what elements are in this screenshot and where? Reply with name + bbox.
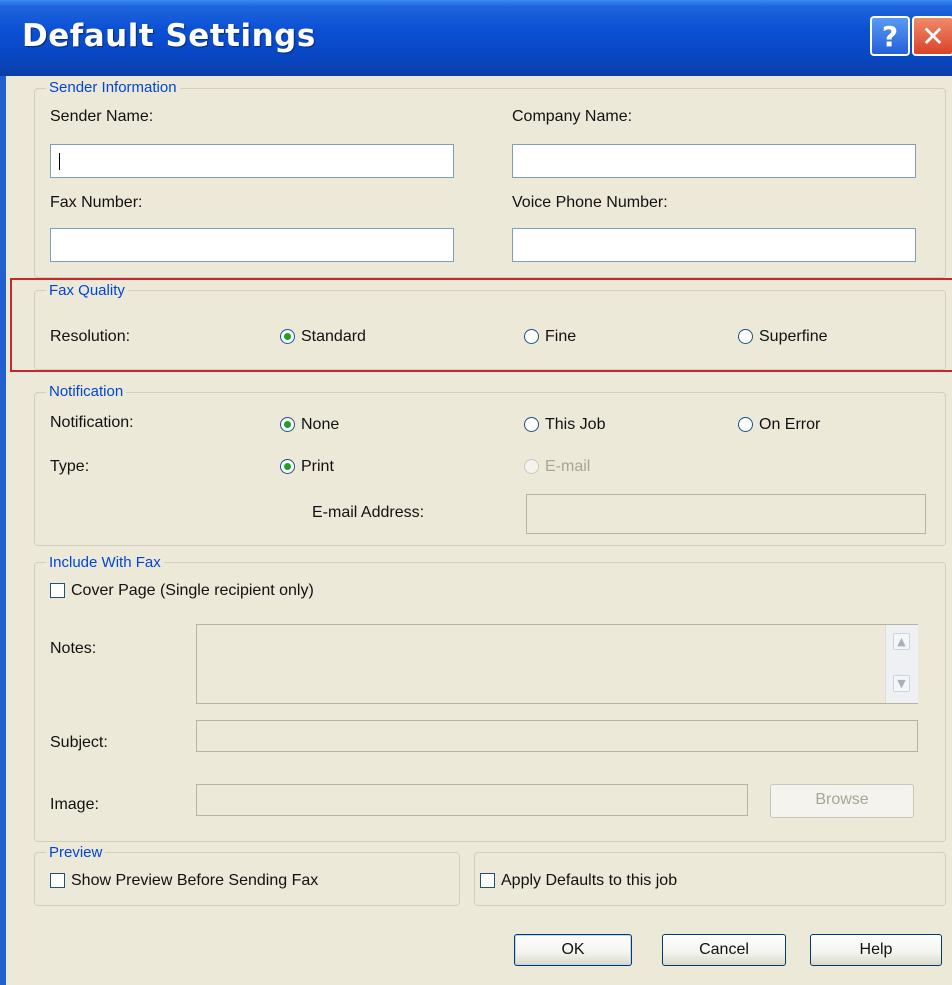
- checkbox-label: Cover Page (Single recipient only): [71, 582, 314, 599]
- checkbox-label: Apply Defaults to this job: [501, 872, 678, 889]
- image-path-input: [196, 784, 748, 816]
- notification-legend: Notification: [46, 383, 127, 400]
- company-name-label: Company Name:: [512, 108, 633, 125]
- fax-number-label: Fax Number:: [50, 194, 143, 211]
- type-label: Type:: [50, 458, 90, 475]
- radio-icon: [524, 459, 539, 474]
- browse-button: Browse: [770, 784, 914, 818]
- help-button[interactable]: Help: [810, 934, 942, 966]
- title-bar[interactable]: Default Settings ? ✕: [0, 0, 952, 76]
- checkbox-icon: [480, 873, 495, 888]
- voice-phone-label: Voice Phone Number:: [512, 194, 668, 211]
- subject-label: Subject:: [50, 734, 108, 751]
- radio-label: E-mail: [545, 458, 591, 475]
- close-icon[interactable]: ✕: [912, 16, 952, 56]
- fax-quality-highlight: [10, 278, 952, 372]
- apply-defaults-checkbox[interactable]: Apply Defaults to this job: [480, 872, 677, 890]
- fax-number-input[interactable]: [50, 228, 454, 262]
- radio-selected-icon: [280, 459, 295, 474]
- notification-label: Notification:: [50, 414, 134, 431]
- checkbox-icon: [50, 873, 65, 888]
- notification-none-radio[interactable]: None: [280, 416, 339, 434]
- checkbox-icon: [50, 583, 65, 598]
- type-email-radio: E-mail: [524, 458, 590, 476]
- image-label: Image:: [50, 796, 99, 813]
- email-address-label: E-mail Address:: [312, 504, 425, 521]
- dialog-client-area: Sender Information Sender Name: Company …: [6, 76, 952, 985]
- cancel-button[interactable]: Cancel: [662, 934, 786, 966]
- notes-label: Notes:: [50, 640, 97, 657]
- sender-name-input[interactable]: [50, 144, 454, 178]
- radio-label: This Job: [545, 416, 606, 433]
- ok-button[interactable]: OK: [514, 934, 632, 966]
- preview-legend: Preview: [46, 844, 106, 861]
- text-caret: [59, 153, 60, 170]
- sender-name-label: Sender Name:: [50, 108, 154, 125]
- subject-input: [196, 720, 918, 752]
- radio-icon: [524, 417, 539, 432]
- show-preview-checkbox[interactable]: Show Preview Before Sending Fax: [50, 872, 318, 890]
- email-address-input: [526, 494, 926, 534]
- help-icon[interactable]: ?: [870, 16, 910, 56]
- cover-page-checkbox[interactable]: Cover Page (Single recipient only): [50, 582, 314, 600]
- notes-scrollbar: ▲ ▼: [885, 625, 918, 703]
- notification-on-error-radio[interactable]: On Error: [738, 416, 820, 434]
- voice-phone-input[interactable]: [512, 228, 916, 262]
- notes-textarea: ▲ ▼: [196, 624, 918, 704]
- default-settings-dialog: Default Settings ? ✕ Sender Information …: [0, 0, 952, 985]
- include-with-fax-legend: Include With Fax: [46, 554, 164, 571]
- radio-selected-icon: [280, 417, 295, 432]
- radio-label: On Error: [759, 416, 821, 433]
- scroll-up-icon: ▲: [893, 633, 910, 650]
- radio-label: Print: [301, 458, 334, 475]
- radio-label: None: [301, 416, 340, 433]
- type-print-radio[interactable]: Print: [280, 458, 334, 476]
- sender-information-legend: Sender Information: [46, 79, 180, 96]
- radio-icon: [738, 417, 753, 432]
- window-title: Default Settings: [22, 18, 316, 54]
- company-name-input[interactable]: [512, 144, 916, 178]
- checkbox-label: Show Preview Before Sending Fax: [71, 872, 319, 889]
- scroll-down-icon: ▼: [893, 675, 910, 692]
- notification-this-job-radio[interactable]: This Job: [524, 416, 605, 434]
